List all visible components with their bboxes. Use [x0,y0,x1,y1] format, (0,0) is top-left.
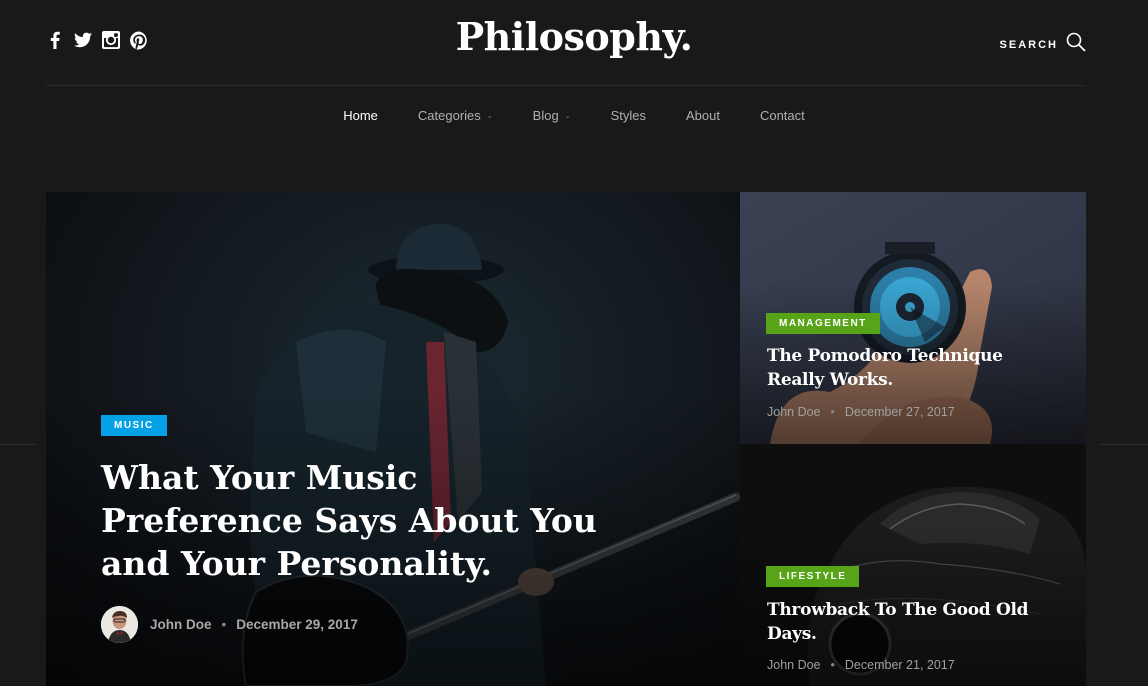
avatar[interactable] [101,606,138,643]
nav-item-about[interactable]: About [686,108,720,123]
left-divider-line [0,444,36,445]
card-title[interactable]: The Pomodoro Technique Really Works. [767,344,1057,392]
search-button[interactable]: SEARCH [1000,32,1086,57]
featured-meta: John Doe • December 29, 2017 [101,606,358,643]
post-card-pomodoro[interactable]: MANAGEMENT The Pomodoro Technique Really… [740,192,1086,444]
card-overlay [740,444,1086,686]
nav-item-contact[interactable]: Contact [760,108,805,123]
author-link[interactable]: John Doe [767,658,821,672]
category-badge-management[interactable]: MANAGEMENT [766,313,880,334]
search-icon [1066,32,1086,57]
chevron-down-icon: ⌄ [486,112,493,120]
card-meta: John Doe • December 27, 2017 [767,405,955,419]
category-badge-music[interactable]: MUSIC [101,415,167,436]
featured-post[interactable]: MUSIC What Your Music Preference Says Ab… [46,192,740,686]
post-date: December 21, 2017 [844,658,955,672]
card-title[interactable]: Throwback To The Good Old Days. [767,598,1057,646]
right-divider-line [1100,444,1148,445]
post-date: December 29, 2017 [236,617,358,632]
nav-item-home[interactable]: Home [343,108,378,123]
nav-item-styles[interactable]: Styles [611,108,646,123]
author-link[interactable]: John Doe [150,617,212,632]
meta-separator: • [830,658,835,672]
author-link[interactable]: John Doe [767,405,821,419]
meta-separator: • [830,405,835,419]
header-divider [46,85,1086,86]
nav-item-categories[interactable]: Categories ⌄ [418,108,493,123]
chevron-down-icon: ⌄ [564,112,571,120]
meta-separator: • [221,617,227,632]
featured-title[interactable]: What Your Music Preference Says About Yo… [101,456,621,585]
category-badge-lifestyle[interactable]: LIFESTYLE [766,566,860,587]
search-label: SEARCH [999,38,1058,51]
post-date: December 27, 2017 [844,405,955,419]
site-logo[interactable]: Philosophy. [0,14,1148,59]
site-header: Philosophy. SEARCH Home Categories ⌄ Blo… [0,0,1148,150]
main-nav: Home Categories ⌄ Blog ⌄ Styles About Co… [0,108,1148,123]
post-card-throwback[interactable]: LIFESTYLE Throwback To The Good Old Days… [740,444,1086,686]
card-meta: John Doe • December 21, 2017 [767,658,955,672]
nav-item-blog[interactable]: Blog ⌄ [533,108,571,123]
